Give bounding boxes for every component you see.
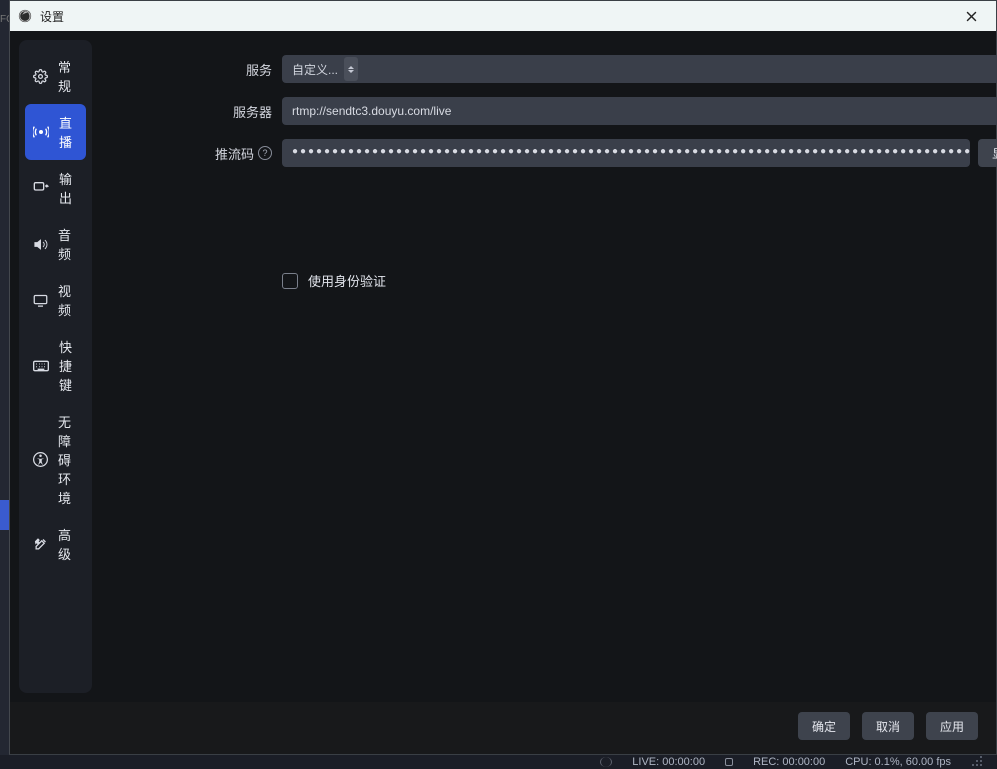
keyboard-icon — [33, 358, 49, 374]
close-button[interactable] — [954, 1, 988, 31]
sidebar-item-label: 视频 — [58, 281, 78, 319]
sidebar-item-label: 快捷键 — [59, 337, 78, 394]
sidebar-item-accessibility[interactable]: 无障碍环境 — [19, 403, 92, 516]
sidebar-item-label: 常规 — [58, 57, 78, 95]
sidebar-item-video[interactable]: 视频 — [19, 272, 92, 328]
sidebar-item-stream[interactable]: 直播 — [25, 104, 86, 160]
streamkey-label: 推流码 — [215, 144, 254, 163]
show-key-button[interactable]: 显示 — [978, 139, 997, 167]
use-auth-checkbox[interactable] — [282, 273, 298, 289]
help-icon[interactable]: ? — [258, 146, 272, 160]
sidebar-item-advanced[interactable]: 高级 — [19, 516, 92, 572]
cancel-button[interactable]: 取消 — [862, 712, 914, 740]
updown-icon[interactable] — [344, 57, 358, 81]
sidebar-item-label: 高级 — [58, 525, 78, 563]
sidebar-item-label: 输出 — [59, 169, 78, 207]
sidebar-item-hotkeys[interactable]: 快捷键 — [19, 328, 92, 403]
sidebar-item-label: 音频 — [58, 225, 78, 263]
titlebar: 设置 — [10, 1, 996, 31]
sidebar-item-audio[interactable]: 音频 — [19, 216, 92, 272]
resize-grip-icon[interactable] — [971, 755, 985, 769]
ok-button[interactable]: 确定 — [798, 712, 850, 740]
streamkey-input[interactable]: ●●●●●●●●●●●●●●●●●●●●●●●●●●●●●●●●●●●●●●●●… — [282, 139, 970, 167]
status-cpu: CPU: 0.1%, 60.00 fps — [845, 756, 951, 768]
sidebar-item-general[interactable]: 常规 — [19, 48, 92, 104]
settings-content: 服务 自定义... 服务器 推流码 ? — [92, 31, 997, 702]
monitor-icon — [33, 292, 48, 308]
sidebar-item-label: 直播 — [59, 113, 72, 151]
use-auth-label: 使用身份验证 — [308, 271, 386, 290]
record-icon — [725, 758, 733, 766]
server-label: 服务器 — [92, 102, 282, 121]
apply-button[interactable]: 应用 — [926, 712, 978, 740]
sidebar-item-output[interactable]: 输出 — [19, 160, 92, 216]
service-combobox[interactable]: 自定义... — [282, 55, 997, 83]
tools-icon — [33, 536, 48, 552]
output-icon — [33, 180, 49, 196]
sidebar-item-label: 无障碍环境 — [58, 412, 78, 507]
obs-logo-icon — [18, 9, 32, 23]
service-value: 自定义... — [292, 61, 338, 78]
status-live: LIVE: 00:00:00 — [632, 756, 705, 768]
signal-icon — [600, 757, 612, 767]
window-title: 设置 — [40, 8, 64, 25]
accessibility-icon — [33, 452, 48, 468]
status-rec: REC: 00:00:00 — [753, 756, 825, 768]
dialog-button-bar: 确定 取消 应用 — [10, 702, 996, 754]
close-icon — [966, 11, 977, 22]
service-label: 服务 — [92, 60, 282, 79]
gear-icon — [33, 68, 48, 84]
status-bar: LIVE: 00:00:00 REC: 00:00:00 CPU: 0.1%, … — [0, 755, 997, 769]
settings-sidebar: 常规 直播 输出 音频 视频 快捷键 — [19, 40, 92, 693]
antenna-icon — [33, 124, 49, 140]
settings-dialog: 设置 常规 直播 输出 音频 视频 — [9, 0, 997, 755]
speaker-icon — [33, 236, 48, 252]
server-input[interactable] — [282, 97, 997, 125]
